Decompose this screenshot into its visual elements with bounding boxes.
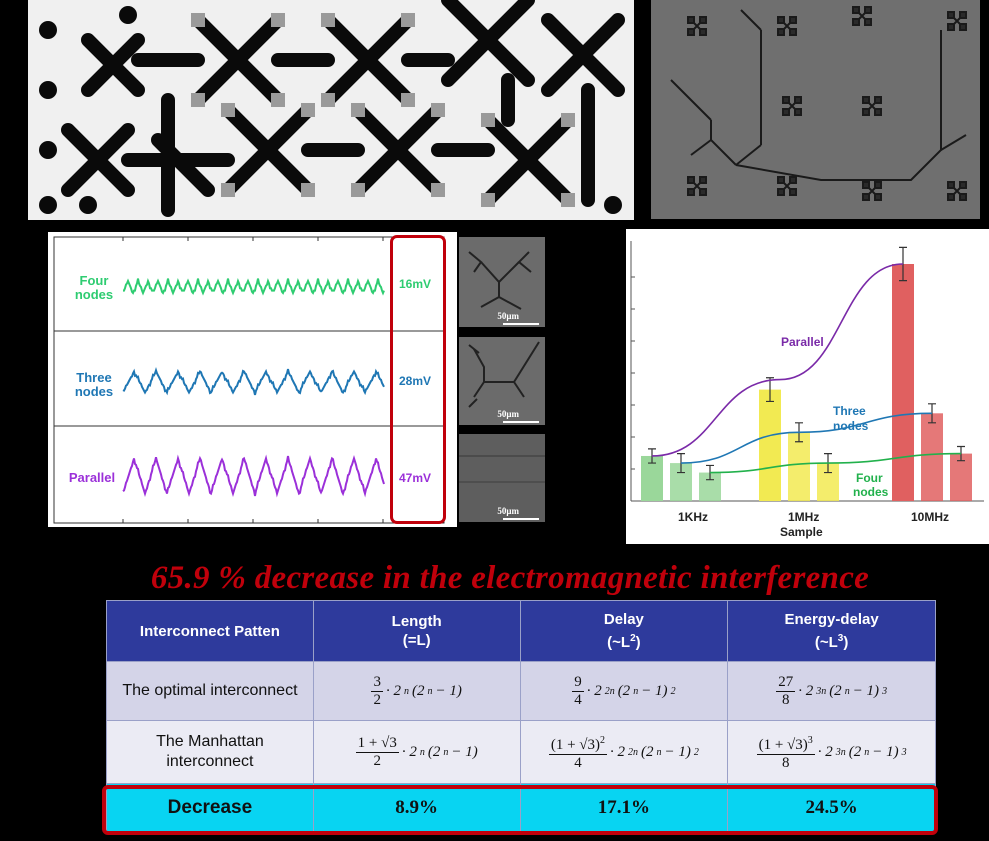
curve-label-three-line2: nodes	[833, 419, 869, 433]
interconnect-micrograph-large	[28, 0, 634, 220]
emi-bar-chart: Parallel Three nodes Four nodes 1KHz 1MH…	[626, 229, 989, 544]
thumbnail-scale-label-3: 50μm	[497, 506, 519, 516]
thumbnail-scale-bar-2	[503, 421, 539, 423]
x-tick-10mhz: 10MHz	[911, 510, 949, 524]
amplitude-highlight-box	[390, 235, 446, 524]
curve-label-three-line1: Three	[833, 404, 866, 418]
optimal-delay-formula: 9 4 · 2 2n (2 n − 1) 2	[519, 661, 729, 721]
manhattan-delay-formula: (1 + √3)2 4 · 2 2n (2 n − 1) 2	[519, 720, 729, 784]
optimal-length-formula: 3 2 · 2 n (2 n − 1)	[312, 661, 521, 721]
header-delay-suffix: )	[635, 634, 641, 651]
thumbnail-three-nodes: 50μm	[459, 337, 545, 425]
curve-label-four-line2: nodes	[853, 485, 889, 499]
parallel-waveform	[122, 454, 385, 498]
table-row-manhattan: The Manhattan interconnect 1 + √3 2 · 2 n (2…	[106, 720, 936, 784]
header-delay: Delay (~L2)	[519, 600, 729, 662]
header-energy-delay-suffix: )	[843, 634, 849, 651]
x-axis-title: Sample	[780, 525, 823, 539]
header-energy-delay-formula: (~L3)	[728, 629, 935, 652]
decrease-row-highlight	[102, 785, 938, 835]
header-delay-formula: (~L2)	[521, 629, 728, 652]
header-energy-delay-title: Energy-delay	[784, 611, 879, 628]
table-row-optimal: The optimal interconnect 3 2 · 2 n (2 n − 1) …	[106, 661, 936, 721]
three-nodes-label-line1: Three	[76, 370, 112, 385]
four-nodes-label: Four nodes	[70, 274, 118, 302]
header-delay-prefix: (~L	[607, 634, 631, 651]
curve-label-four-line1: Four	[856, 471, 883, 485]
header-length: Length (=L)	[312, 600, 521, 662]
bar-1MHz-three-nodes	[788, 432, 810, 501]
header-length-formula: (=L)	[402, 632, 431, 649]
micrograph-pattern	[28, 0, 634, 220]
thumbnail-four-nodes: 50μm	[459, 237, 545, 327]
bar-10MHz-three-nodes	[921, 413, 943, 501]
header-energy-delay-prefix: (~L	[814, 634, 838, 651]
curve-label-parallel: Parallel	[781, 335, 824, 349]
manhattan-energy-delay-formula: (1 + √3)3 8 · 2 3n (2 n − 1) 3	[727, 720, 936, 784]
noise-waveform-panel: Four nodes Three nodes Parallel 16mV 28m…	[48, 232, 457, 527]
manhattan-length-formula: 1 + √3 2 · 2 n (2 n − 1)	[312, 720, 521, 784]
bar-10MHz-parallel	[892, 264, 914, 501]
header-energy-delay: Energy-delay (~L3)	[727, 600, 936, 662]
y-axis-ticks	[631, 276, 635, 502]
four-nodes-label-line2: nodes	[74, 287, 114, 302]
optimal-energy-delay-formula: 27 8 · 2 3n (2 n − 1) 3	[727, 661, 936, 721]
four-nodes-label-line1: Four	[79, 273, 109, 288]
thumbnail-scale-label-1: 50μm	[497, 311, 519, 321]
three-nodes-label-line2: nodes	[74, 384, 114, 399]
tree-pattern	[651, 0, 980, 219]
header-length-title: Length	[391, 613, 442, 630]
thumbnail-scale-bar-3	[503, 518, 539, 520]
header-interconnect-pattern: Interconnect Patten	[106, 600, 314, 662]
interconnect-micrograph-tree	[651, 0, 980, 219]
three-nodes-waveform	[122, 367, 385, 396]
table-header-row: Interconnect Patten Length (=L) Delay (~…	[106, 600, 936, 662]
bar-1MHz-parallel	[759, 389, 781, 501]
thumbnail-scale-label-2: 50μm	[497, 409, 519, 419]
x-tick-1khz: 1KHz	[678, 510, 708, 524]
four-nodes-waveform	[123, 277, 385, 296]
thumbnail-parallel: 50μm	[459, 434, 545, 522]
thumbnail-scale-bar-1	[503, 323, 539, 325]
headline: 65.9 % decrease in the electromagnetic i…	[150, 560, 870, 596]
parallel-label: Parallel	[68, 470, 116, 485]
three-nodes-label: Three nodes	[68, 371, 120, 399]
row-label-optimal: The optimal interconnect	[106, 661, 314, 721]
emi-bar-chart-svg: Parallel Three nodes Four nodes 1KHz 1MH…	[630, 241, 984, 539]
row-label-manhattan: The Manhattan interconnect	[106, 720, 314, 784]
x-tick-1mhz: 1MHz	[788, 510, 819, 524]
header-delay-title: Delay	[603, 611, 644, 628]
